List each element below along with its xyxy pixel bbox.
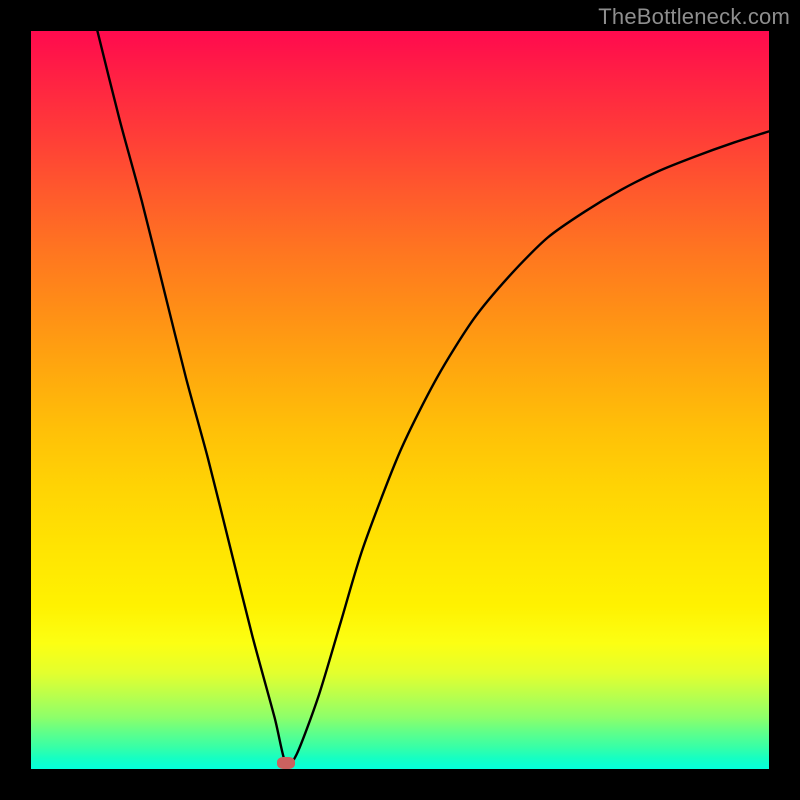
chart-container: TheBottleneck.com	[0, 0, 800, 800]
bottleneck-curve	[97, 31, 769, 765]
minimum-marker	[277, 757, 295, 769]
plot-area	[31, 31, 769, 769]
curve-layer	[31, 31, 769, 769]
watermark-text: TheBottleneck.com	[598, 4, 790, 30]
